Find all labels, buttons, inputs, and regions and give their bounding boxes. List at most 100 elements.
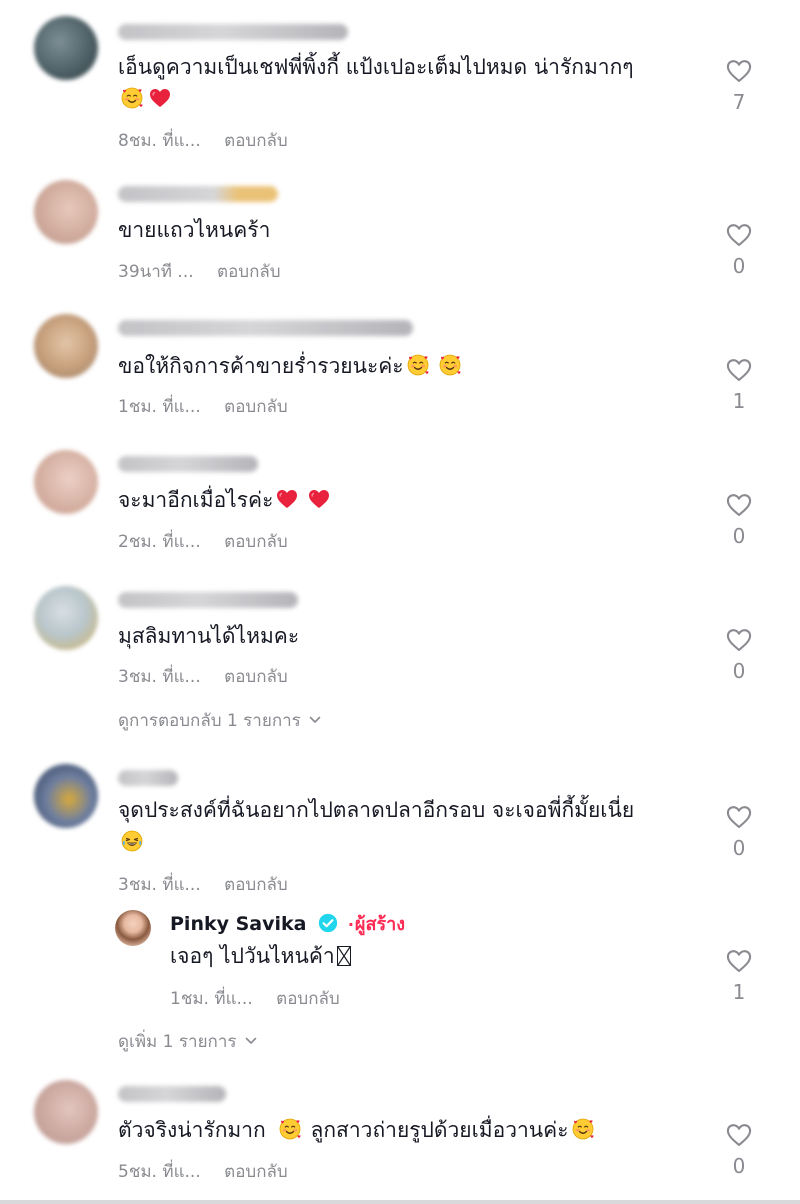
smiling-face-with-hearts-emoji <box>120 86 144 110</box>
avatar[interactable] <box>34 764 98 828</box>
view-replies-button[interactable]: ดูการตอบกลับ 1 รายการ <box>118 707 321 734</box>
comment-text-part-2: ลูกสาวถ่ายรูปด้วยเมื่อวานค่ะ <box>310 1118 569 1142</box>
comment-time: 1ชม. ที่แ... <box>170 989 253 1009</box>
comment-meta: 3ชม. ที่แ... ตอบกลับ <box>118 871 288 898</box>
reply-button[interactable]: ตอบกลับ <box>224 875 288 895</box>
like-button[interactable]: 1 <box>719 356 759 412</box>
avatar[interactable] <box>34 586 98 650</box>
like-count: 0 <box>732 659 746 683</box>
avatar[interactable] <box>34 180 98 244</box>
comment-list: เอ็นดูความเป็นเชฟพี่พิ้งกี้ แป้งเปอะเต็ม… <box>0 0 800 1204</box>
heart-outline-icon <box>725 221 753 249</box>
creator-reply-meta: 1ชม. ที่แ... ตอบกลับ <box>170 985 340 1012</box>
reply-button[interactable]: ตอบกลับ <box>224 1162 288 1182</box>
username-blurred[interactable] <box>118 456 258 472</box>
smiling-face-with-hearts-emoji <box>278 1117 302 1141</box>
chevron-down-icon <box>245 1037 257 1045</box>
red-heart-emoji <box>148 86 172 110</box>
like-count: 7 <box>732 90 746 114</box>
username-blurred[interactable] <box>118 770 178 786</box>
bottom-divider <box>0 1200 800 1204</box>
view-more-replies-button[interactable]: ดูเพิ่ม 1 รายการ <box>118 1028 257 1055</box>
username-blurred[interactable] <box>118 1086 226 1102</box>
reply-button[interactable]: ตอบกลับ <box>224 532 288 552</box>
comment-text-body: มุสลิมทานได้ไหมคะ <box>118 624 300 648</box>
comment-meta: 3ชม. ที่แ... ตอบกลับ <box>118 663 288 690</box>
red-heart-emoji <box>307 487 331 511</box>
comment-text-body: เอ็นดูความเป็นเชฟพี่พิ้งกี้ แป้งเปอะเต็ม… <box>118 55 634 79</box>
like-button[interactable]: 7 <box>719 57 759 113</box>
creator-reply-text: เจอๆ ไปวันไหนค้า <box>170 940 351 972</box>
face-with-tears-of-joy-emoji <box>120 829 144 853</box>
heart-outline-icon <box>725 626 753 654</box>
creator-name-line: Pinky Savika ·ผู้สร้าง <box>170 909 405 939</box>
missing-glyph-box <box>336 946 351 966</box>
comment-text: จะมาอีกเมื่อไรค่ะ <box>118 484 333 516</box>
reply-button[interactable]: ตอบกลับ <box>276 989 340 1009</box>
chevron-down-icon <box>309 716 321 724</box>
username-blurred[interactable] <box>118 186 278 202</box>
reply-button[interactable]: ตอบกลับ <box>224 397 288 417</box>
view-replies-label: ดูการตอบกลับ 1 รายการ <box>118 711 301 731</box>
comment-time: 3ชม. ที่แ... <box>118 875 201 895</box>
like-count: 1 <box>732 980 746 1004</box>
view-more-label: ดูเพิ่ม 1 รายการ <box>118 1032 237 1052</box>
comment-text-body: ขายแถวไหนคร้า <box>118 218 271 242</box>
comment-emoji-line <box>118 826 146 858</box>
creator-avatar[interactable] <box>115 910 151 946</box>
like-count: 1 <box>732 389 746 413</box>
comment-time: 5ชม. ที่แ... <box>118 1162 201 1182</box>
like-button[interactable]: 0 <box>719 1121 759 1177</box>
comment-time: 8ชม. ที่แ... <box>118 131 201 151</box>
heart-outline-icon <box>725 491 753 519</box>
smiling-face-with-hearts-emoji <box>406 353 430 377</box>
comment-meta: 39นาที ... ตอบกลับ <box>118 258 281 285</box>
comment-text: เอ็นดูความเป็นเชฟพี่พิ้งกี้ แป้งเปอะเต็ม… <box>118 51 634 83</box>
like-button[interactable]: 0 <box>719 626 759 682</box>
heart-outline-icon <box>725 57 753 85</box>
smiling-face-with-hearts-emoji <box>571 1117 595 1141</box>
comment-text-body: ขอให้กิจการค้าขายร่ำรวยนะค่ะ <box>118 354 404 378</box>
comment-time: 3ชม. ที่แ... <box>118 667 201 687</box>
bullet-dot: · <box>347 915 354 934</box>
heart-outline-icon <box>725 803 753 831</box>
verified-badge-icon <box>317 912 339 934</box>
username-blurred[interactable] <box>118 24 348 40</box>
like-count: 0 <box>732 836 746 860</box>
comment-meta: 2ชม. ที่แ... ตอบกลับ <box>118 528 288 555</box>
reply-button[interactable]: ตอบกลับ <box>217 262 281 282</box>
comment-emoji-line <box>118 83 174 115</box>
username-blurred[interactable] <box>118 320 413 336</box>
comment-text: ขายแถวไหนคร้า <box>118 214 270 246</box>
avatar[interactable] <box>34 314 98 378</box>
comment-meta: 8ชม. ที่แ... ตอบกลับ <box>118 127 288 154</box>
comment-time: 39นาที ... <box>118 262 194 282</box>
like-button[interactable]: 1 <box>719 947 759 1003</box>
creator-badge: ผู้สร้าง <box>354 914 406 935</box>
comment-time: 1ชม. ที่แ... <box>118 397 201 417</box>
avatar[interactable] <box>34 450 98 514</box>
like-button[interactable]: 0 <box>719 221 759 277</box>
smiling-face-with-hearts-emoji <box>438 353 462 377</box>
heart-outline-icon <box>725 356 753 384</box>
reply-button[interactable]: ตอบกลับ <box>224 131 288 151</box>
creator-reply-body: เจอๆ ไปวันไหนค้า <box>170 944 335 968</box>
red-heart-emoji <box>275 487 299 511</box>
like-count: 0 <box>732 524 746 548</box>
creator-name[interactable]: Pinky Savika <box>170 913 306 935</box>
like-button[interactable]: 0 <box>719 803 759 859</box>
like-button[interactable]: 0 <box>719 491 759 547</box>
avatar[interactable] <box>34 16 98 80</box>
comment-meta: 1ชม. ที่แ... ตอบกลับ <box>118 393 288 420</box>
like-count: 0 <box>732 254 746 278</box>
avatar[interactable] <box>34 1080 98 1144</box>
like-count: 0 <box>732 1154 746 1178</box>
comment-text: ขอให้กิจการค้าขายร่ำรวยนะค่ะ <box>118 350 464 382</box>
heart-outline-icon <box>725 947 753 975</box>
comment-text: ตัวจริงน่ารักมาก ลูกสาวถ่ายรูปด้วยเมื่อว… <box>118 1114 597 1146</box>
username-blurred[interactable] <box>118 592 298 608</box>
heart-outline-icon <box>725 1121 753 1149</box>
comment-meta: 5ชม. ที่แ... ตอบกลับ <box>118 1158 288 1185</box>
comment-text-body: จุดประสงค์ที่ฉันอยากไปตลาดปลาอีกรอบ จะเจ… <box>118 798 635 822</box>
reply-button[interactable]: ตอบกลับ <box>224 667 288 687</box>
